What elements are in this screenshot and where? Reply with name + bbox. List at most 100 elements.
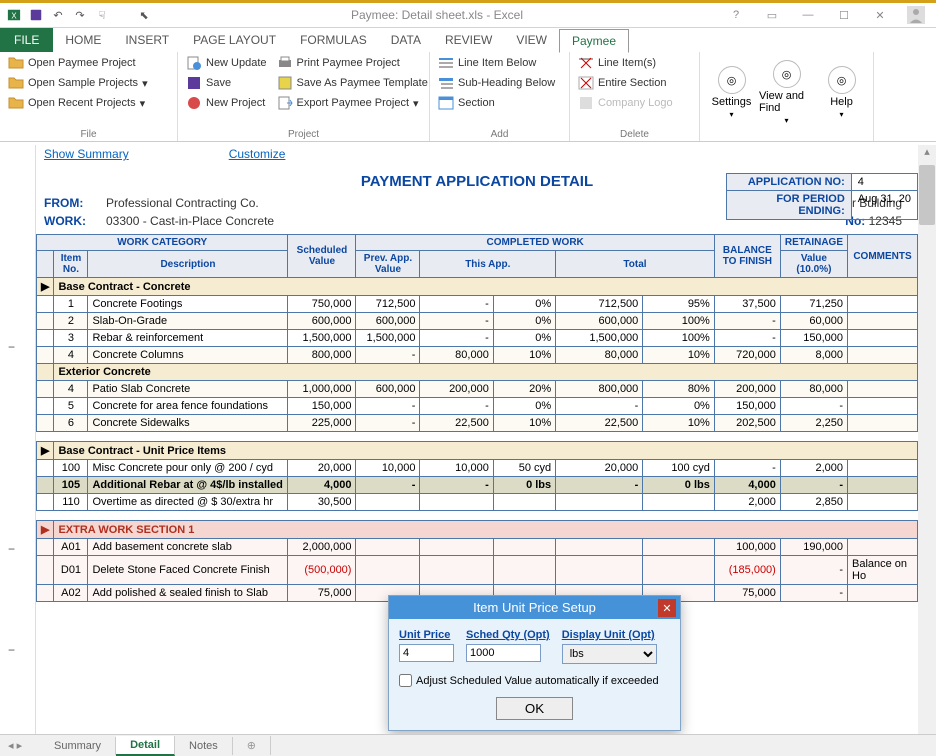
- tab-paymee[interactable]: Paymee: [559, 29, 629, 53]
- table-row[interactable]: [37, 432, 918, 442]
- export-project-button[interactable]: Export Paymee Project▾: [273, 94, 432, 112]
- window-title: Paymee: Detail sheet.xls - Excel: [154, 8, 720, 22]
- open-sample-projects-button[interactable]: Open Sample Projects▾: [4, 74, 173, 92]
- ribbon-group-project: New Update Save New Project Print Paymee…: [178, 52, 430, 141]
- subheading-below-button[interactable]: Sub-Heading Below: [434, 74, 565, 92]
- line-item-below-button[interactable]: Line Item Below: [434, 54, 565, 72]
- tab-formulas[interactable]: FORMULAS: [288, 28, 379, 52]
- dialog-close-button[interactable]: ✕: [658, 599, 676, 617]
- tab-data[interactable]: DATA: [379, 28, 433, 52]
- minimize-icon[interactable]: —: [792, 3, 824, 27]
- sched-qty-input[interactable]: [466, 644, 541, 662]
- window-controls: ? ▭ — ☐ ✕: [720, 3, 936, 27]
- account-icon[interactable]: [900, 3, 932, 27]
- outline-collapse-icon[interactable]: −: [8, 542, 15, 556]
- ribbon-group-delete: Line Item(s) Entire Section Company Logo…: [570, 52, 700, 141]
- file-tab[interactable]: FILE: [0, 28, 53, 52]
- table-row[interactable]: 1Concrete Footings750,000712,500-0%712,5…: [37, 296, 918, 313]
- table-row[interactable]: [37, 511, 918, 521]
- menu-bar: FILE HOME INSERT PAGE LAYOUT FORMULAS DA…: [0, 28, 936, 52]
- ribbon-group-project-label: Project: [178, 129, 429, 140]
- app-info-box: APPLICATION NO:4 FOR PERIOD ENDING:Aug 3…: [726, 173, 918, 220]
- delete-entire-section-button[interactable]: Entire Section: [574, 74, 695, 92]
- open-recent-projects-button[interactable]: Open Recent Projects▾: [4, 94, 173, 112]
- settings-button[interactable]: ◎Settings▾: [704, 60, 759, 125]
- tab-home[interactable]: HOME: [53, 28, 113, 52]
- maximize-icon[interactable]: ☐: [828, 3, 860, 27]
- new-update-button[interactable]: New Update: [182, 54, 271, 72]
- vertical-scrollbar[interactable]: ▴: [918, 145, 936, 734]
- table-row[interactable]: 3Rebar & reinforcement1,500,0001,500,000…: [37, 330, 918, 347]
- cursor-icon[interactable]: ⬉: [134, 5, 154, 25]
- outline-collapse-icon[interactable]: −: [8, 340, 15, 354]
- touch-icon[interactable]: ☟: [92, 5, 112, 25]
- view-find-icon: ◎: [773, 60, 801, 88]
- adjust-checkbox[interactable]: [399, 674, 412, 687]
- section-button[interactable]: Section: [434, 94, 565, 112]
- quick-access-toolbar: X ↶ ↷ ☟ ⬉: [0, 5, 154, 25]
- unit-price-dialog: Item Unit Price Setup ✕ Unit Price Sched…: [388, 595, 681, 731]
- scroll-thumb[interactable]: [919, 165, 935, 225]
- close-icon[interactable]: ✕: [864, 3, 896, 27]
- display-unit-select[interactable]: lbs: [562, 644, 657, 664]
- tab-review[interactable]: REVIEW: [433, 28, 504, 52]
- save-icon[interactable]: [26, 5, 46, 25]
- ribbon-group-file: Open Paymee Project Open Sample Projects…: [0, 52, 178, 141]
- print-project-button[interactable]: Print Paymee Project: [273, 54, 432, 72]
- tab-page-layout[interactable]: PAGE LAYOUT: [181, 28, 288, 52]
- dialog-title: Item Unit Price Setup ✕: [389, 596, 680, 619]
- table-row[interactable]: Exterior Concrete: [37, 364, 918, 381]
- help-icon: ◎: [828, 66, 856, 94]
- outline-gutter[interactable]: − − −: [0, 145, 36, 734]
- sheet-tabs-bar: ◂ ▸ Summary Detail Notes ⊕: [0, 734, 936, 756]
- table-row[interactable]: D01Delete Stone Faced Concrete Finish(50…: [37, 556, 918, 585]
- sheet-tab-summary[interactable]: Summary: [40, 737, 116, 755]
- customize-link[interactable]: Customize: [229, 147, 286, 161]
- delete-line-items-button[interactable]: Line Item(s): [574, 54, 695, 72]
- table-row[interactable]: ▶Base Contract - Concrete: [37, 278, 918, 296]
- unit-price-input[interactable]: [399, 644, 454, 662]
- table-row[interactable]: 100Misc Concrete pour only @ 200 / cyd20…: [37, 460, 918, 477]
- table-row[interactable]: 6Concrete Sidewalks225,000-22,50010%22,5…: [37, 415, 918, 432]
- ribbon-options-icon[interactable]: ▭: [756, 3, 788, 27]
- undo-icon[interactable]: ↶: [48, 5, 68, 25]
- open-paymee-project-button[interactable]: Open Paymee Project: [4, 54, 173, 72]
- table-row[interactable]: 4Concrete Columns800,000-80,00010%80,000…: [37, 347, 918, 364]
- ribbon-group-file-label: File: [0, 129, 177, 140]
- help-icon[interactable]: ?: [720, 3, 752, 27]
- table-row[interactable]: 2Slab-On-Grade600,000600,000-0%600,00010…: [37, 313, 918, 330]
- show-summary-link[interactable]: Show Summary: [44, 147, 129, 161]
- save-template-button[interactable]: Save As Paymee Template: [273, 74, 432, 92]
- table-row[interactable]: 105Additional Rebar at @ 4$/lb installed…: [37, 477, 918, 494]
- ribbon: Open Paymee Project Open Sample Projects…: [0, 52, 936, 142]
- delete-company-logo-button[interactable]: Company Logo: [574, 94, 695, 112]
- ribbon-group-add-label: Add: [430, 129, 569, 140]
- settings-icon: ◎: [718, 66, 746, 94]
- sheet-tab-detail[interactable]: Detail: [116, 736, 175, 756]
- tab-view[interactable]: VIEW: [504, 28, 559, 52]
- sheet-tab-add[interactable]: ⊕: [233, 736, 271, 755]
- help-button[interactable]: ◎Help▾: [814, 60, 869, 125]
- table-row[interactable]: ▶EXTRA WORK SECTION 1: [37, 521, 918, 539]
- table-row[interactable]: A01Add basement concrete slab2,000,00010…: [37, 539, 918, 556]
- table-row[interactable]: 4Patio Slab Concrete1,000,000600,000200,…: [37, 381, 918, 398]
- table-row[interactable]: ▶Base Contract - Unit Price Items: [37, 442, 918, 460]
- excel-icon[interactable]: X: [4, 5, 24, 25]
- title-bar: X ↶ ↷ ☟ ⬉ Paymee: Detail sheet.xls - Exc…: [0, 0, 936, 28]
- redo-icon[interactable]: ↷: [70, 5, 90, 25]
- detail-table[interactable]: WORK CATEGORY Scheduled Value COMPLETED …: [36, 234, 918, 602]
- ribbon-group-delete-label: Delete: [570, 129, 699, 140]
- outline-collapse-icon[interactable]: −: [8, 643, 15, 657]
- save-button[interactable]: Save: [182, 74, 271, 92]
- tab-insert[interactable]: INSERT: [113, 28, 181, 52]
- table-row[interactable]: 110Overtime as directed @ $ 30/extra hr3…: [37, 494, 918, 511]
- svg-text:X: X: [11, 12, 17, 21]
- ribbon-group-big: ◎Settings▾ ◎View and Find▾ ◎Help▾: [700, 52, 874, 141]
- sheet-tab-notes[interactable]: Notes: [175, 737, 233, 755]
- table-row[interactable]: 5Concrete for area fence foundations150,…: [37, 398, 918, 415]
- sheet-nav[interactable]: ◂ ▸: [8, 739, 22, 752]
- from-value: Professional Contracting Co.: [106, 196, 259, 210]
- new-project-button[interactable]: New Project: [182, 94, 271, 112]
- view-find-button[interactable]: ◎View and Find▾: [759, 60, 814, 125]
- dialog-ok-button[interactable]: OK: [496, 697, 573, 720]
